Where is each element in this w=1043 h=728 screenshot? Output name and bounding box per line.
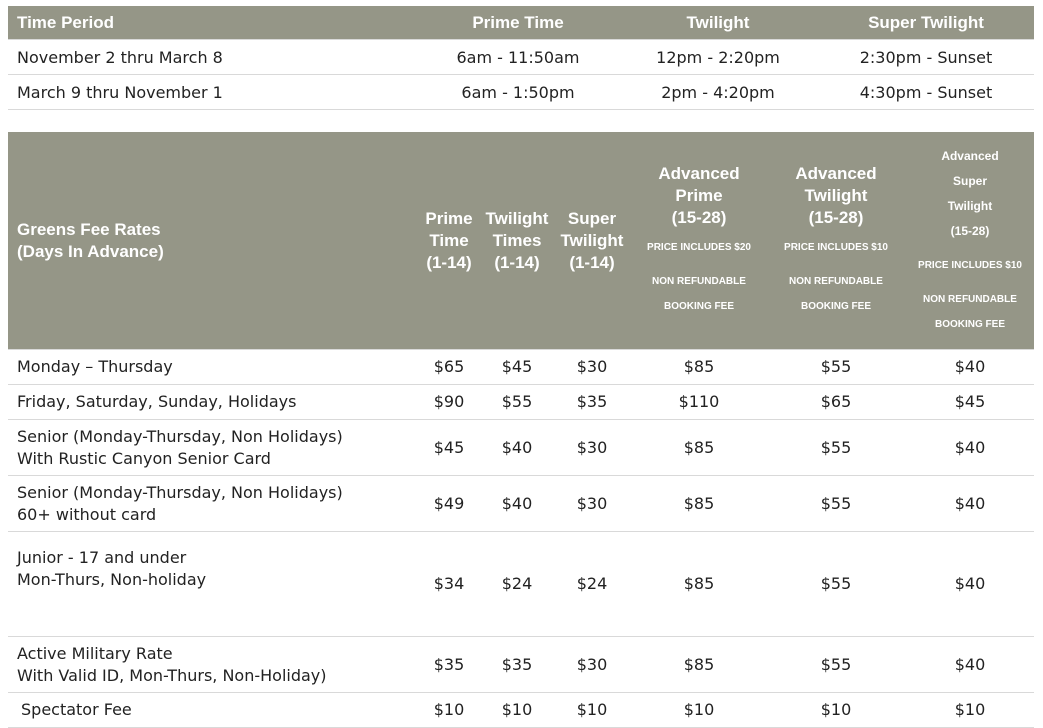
- rate-label: Senior (Monday-Thursday, Non Holidays) 6…: [8, 475, 416, 532]
- table-row: Monday – Thursday $65 $45 $30 $85 $55 $4…: [8, 349, 1034, 385]
- rate-value: $85: [632, 475, 766, 532]
- super-twilight-value: 2:30pm - Sunset: [818, 39, 1034, 75]
- rate-value: $35: [482, 636, 552, 693]
- rate-value: $40: [906, 419, 1034, 476]
- rate-value: $85: [632, 531, 766, 637]
- time-period-table: Time Period Prime Time Twilight Super Tw…: [8, 6, 1034, 110]
- rate-value: $45: [482, 349, 552, 385]
- rate-value: $90: [416, 384, 482, 420]
- header-twilight: Twilight: [686, 12, 750, 32]
- rate-value: $55: [766, 531, 906, 637]
- rate-value: $40: [482, 475, 552, 532]
- rate-value: $110: [632, 384, 766, 420]
- header-advanced-twilight: Advanced Twilight (15-28) PRICE INCLUDES…: [784, 163, 888, 312]
- rate-value: $40: [906, 531, 1034, 637]
- rate-value: $49: [416, 475, 482, 532]
- rate-value: $10: [906, 692, 1034, 728]
- table-row: November 2 thru March 8 6am - 11:50am 12…: [8, 39, 1034, 75]
- rate-value: $40: [906, 636, 1034, 693]
- rate-label: Junior - 17 and under Mon-Thurs, Non-hol…: [8, 531, 416, 637]
- rate-value: $55: [766, 636, 906, 693]
- rate-value: $10: [416, 692, 482, 728]
- rate-value: $35: [416, 636, 482, 693]
- rate-value: $10: [632, 692, 766, 728]
- rate-value: $85: [632, 419, 766, 476]
- rate-value: $65: [766, 384, 906, 420]
- rate-value: $30: [552, 475, 632, 532]
- header-prime-time: Prime Time (1-14): [425, 208, 473, 272]
- twilight-value: 2pm - 4:20pm: [618, 74, 818, 110]
- header-prime-time: Prime Time: [472, 12, 564, 32]
- rate-value: $65: [416, 349, 482, 385]
- rate-value: $55: [766, 349, 906, 385]
- table-row: Senior (Monday-Thursday, Non Holidays) W…: [8, 419, 1034, 476]
- rate-value: $55: [482, 384, 552, 420]
- rate-value: $34: [416, 531, 482, 637]
- header-super-twilight: Super Twilight: [868, 12, 984, 32]
- twilight-value: 12pm - 2:20pm: [618, 39, 818, 75]
- greens-fee-table: Greens Fee Rates (Days In Advance) Prime…: [8, 132, 1034, 728]
- rate-value: $85: [632, 349, 766, 385]
- table-row: Spectator Fee $10 $10 $10 $10 $10 $10: [8, 692, 1034, 728]
- prime-time-value: 6am - 11:50am: [418, 39, 618, 75]
- rate-value: $10: [766, 692, 906, 728]
- rate-value: $40: [906, 475, 1034, 532]
- rate-label: Spectator Fee: [8, 692, 416, 728]
- header-super-twilight: Super Twilight (1-14): [560, 208, 624, 272]
- rate-value: $55: [766, 475, 906, 532]
- time-period-header-row: Time Period Prime Time Twilight Super Tw…: [8, 6, 1034, 40]
- rate-label: Monday – Thursday: [8, 349, 416, 385]
- rate-value: $40: [482, 419, 552, 476]
- rate-value: $30: [552, 419, 632, 476]
- rate-value: $24: [482, 531, 552, 637]
- rate-value: $10: [482, 692, 552, 728]
- table-row: March 9 thru November 1 6am - 1:50pm 2pm…: [8, 74, 1034, 110]
- super-twilight-value: 4:30pm - Sunset: [818, 74, 1034, 110]
- rate-value: $10: [552, 692, 632, 728]
- rate-label: Active Military Rate With Valid ID, Mon-…: [8, 636, 416, 693]
- rate-value: $45: [906, 384, 1034, 420]
- rates-header-row: Greens Fee Rates (Days In Advance) Prime…: [8, 132, 1034, 350]
- prime-time-value: 6am - 1:50pm: [418, 74, 618, 110]
- table-row: Active Military Rate With Valid ID, Mon-…: [8, 636, 1034, 693]
- table-row: Senior (Monday-Thursday, Non Holidays) 6…: [8, 475, 1034, 532]
- header-twilight-times: Twilight Times (1-14): [485, 208, 549, 272]
- period-label: March 9 thru November 1: [8, 74, 418, 110]
- rate-value: $55: [766, 419, 906, 476]
- header-greens-fee-rates: Greens Fee Rates (Days In Advance): [17, 219, 164, 261]
- rate-value: $45: [416, 419, 482, 476]
- table-row: Junior - 17 and under Mon-Thurs, Non-hol…: [8, 531, 1034, 637]
- rate-value: $30: [552, 349, 632, 385]
- header-time-period: Time Period: [17, 12, 114, 32]
- rate-label: Friday, Saturday, Sunday, Holidays: [8, 384, 416, 420]
- rate-value: $35: [552, 384, 632, 420]
- rate-value: $40: [906, 349, 1034, 385]
- header-advanced-super-twilight: Advanced Super Twilight (15-28) PRICE IN…: [918, 149, 1022, 330]
- rate-label: Senior (Monday-Thursday, Non Holidays) W…: [8, 419, 416, 476]
- header-advanced-prime: Advanced Prime (15-28) PRICE INCLUDES $2…: [647, 163, 751, 312]
- rate-value: $85: [632, 636, 766, 693]
- table-row: Friday, Saturday, Sunday, Holidays $90 $…: [8, 384, 1034, 420]
- period-label: November 2 thru March 8: [8, 39, 418, 75]
- rate-value: $30: [552, 636, 632, 693]
- rate-value: $24: [552, 531, 632, 637]
